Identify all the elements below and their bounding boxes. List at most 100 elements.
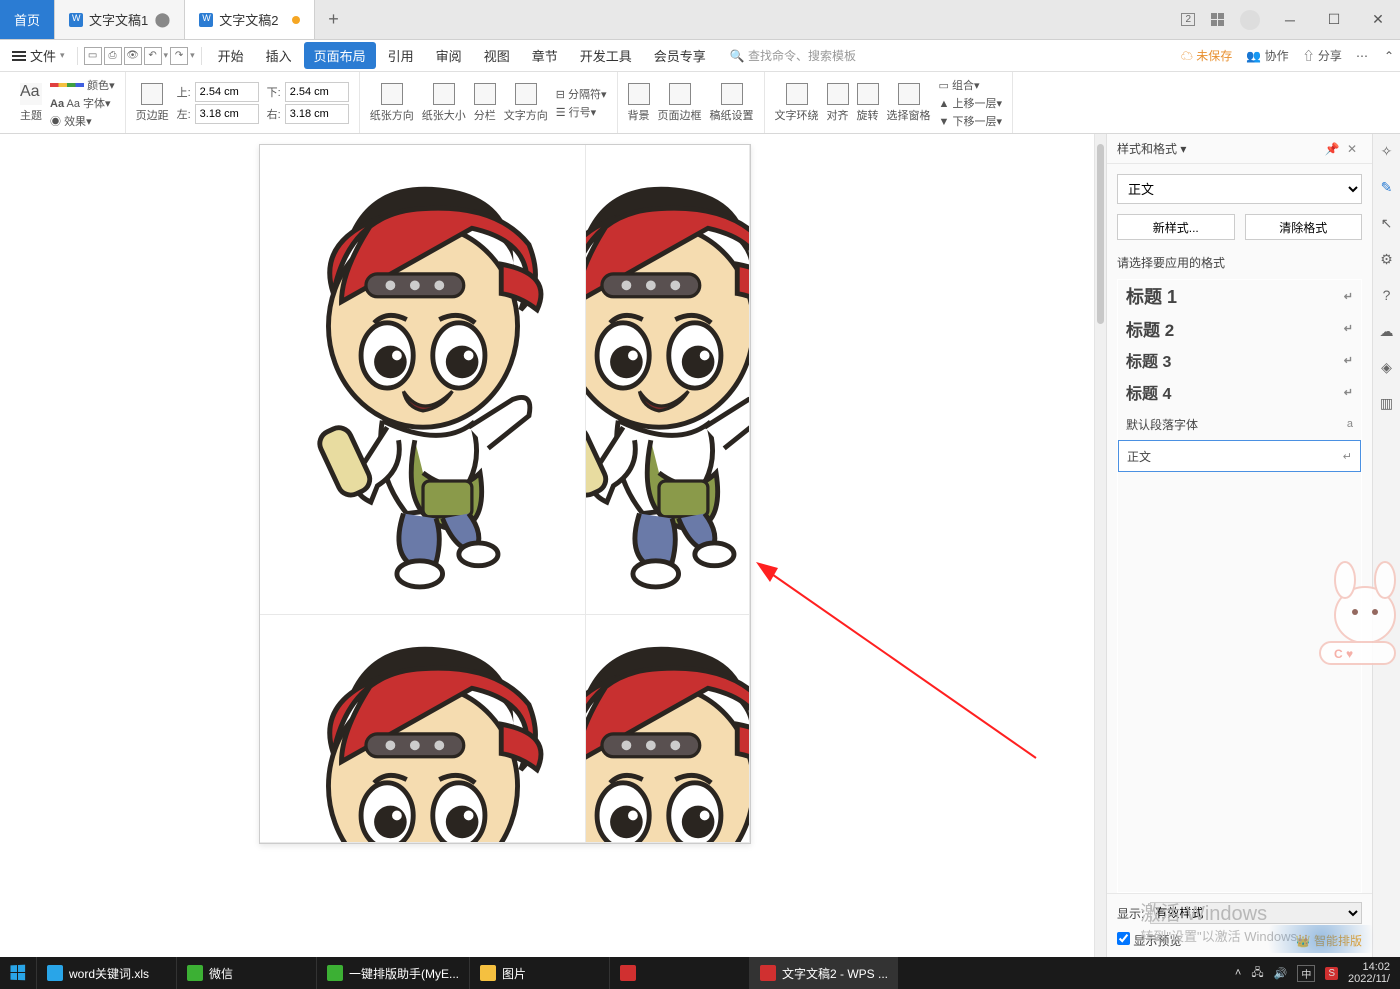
break-dropdown[interactable]: ⊟ 分隔符▾: [556, 86, 607, 102]
grid-button[interactable]: 稿纸设置: [710, 83, 754, 123]
diamond-icon[interactable]: ◈: [1378, 358, 1396, 376]
style-item[interactable]: 标题 1↵: [1118, 280, 1361, 312]
close-button[interactable]: ✕: [1364, 11, 1392, 28]
align-button[interactable]: 对齐: [827, 83, 849, 123]
color-dropdown[interactable]: 颜色▾: [50, 77, 115, 93]
maximize-button[interactable]: ☐: [1320, 11, 1348, 28]
smart-layout-link[interactable]: 👑 智能排版: [1296, 932, 1362, 949]
show-filter-select[interactable]: 有效样式: [1150, 902, 1362, 924]
tray-ime[interactable]: S: [1325, 967, 1338, 980]
taskbar-item[interactable]: [609, 957, 749, 989]
background-button[interactable]: 背景: [628, 83, 650, 123]
wrap-button[interactable]: 文字环绕: [775, 83, 819, 123]
bringfront-dropdown[interactable]: ▲ 上移一层▾: [939, 95, 1002, 111]
toolbox-icon[interactable]: ✧: [1378, 142, 1396, 160]
qat-save-icon[interactable]: ▭: [84, 47, 102, 65]
qat-undo-icon[interactable]: ↶: [144, 47, 162, 65]
qat-preview-icon[interactable]: 👁: [124, 47, 142, 65]
preview-checkbox[interactable]: 显示预览: [1117, 932, 1181, 949]
menu-view[interactable]: 视图: [474, 42, 520, 69]
margins-button[interactable]: 页边距: [136, 83, 169, 123]
cartoon-image: [260, 145, 586, 605]
indicator-badge[interactable]: 2: [1181, 13, 1195, 26]
unsaved-indicator[interactable]: ☁ 未保存: [1181, 47, 1232, 64]
margin-left-input[interactable]: [195, 104, 259, 124]
pagesize-button[interactable]: 纸张大小: [422, 83, 466, 123]
menu-review[interactable]: 审阅: [426, 42, 472, 69]
tab-doc2[interactable]: 文字文稿2: [185, 0, 315, 39]
add-tab-button[interactable]: +: [315, 0, 351, 39]
scrollbar-thumb[interactable]: [1097, 144, 1104, 324]
menu-insert[interactable]: 插入: [256, 42, 302, 69]
taskbar-item[interactable]: 文字文稿2 - WPS ...: [749, 957, 898, 989]
taskbar-item[interactable]: word关键词.xls: [36, 957, 176, 989]
menu-references[interactable]: 引用: [378, 42, 424, 69]
document-page[interactable]: [259, 144, 751, 844]
current-style-select[interactable]: 正文: [1117, 174, 1362, 204]
user-avatar[interactable]: [1240, 10, 1260, 30]
taskbar-item[interactable]: 微信: [176, 957, 316, 989]
textdir-button[interactable]: 文字方向: [504, 83, 548, 123]
tray-language[interactable]: 中: [1297, 965, 1315, 982]
tab-doc1[interactable]: 文字文稿1 ⬤: [55, 0, 185, 39]
columns-button[interactable]: 分栏: [474, 83, 496, 123]
selectpane-button[interactable]: 选择窗格: [887, 83, 931, 123]
command-search[interactable]: 🔍 查找命令、搜索模板: [730, 47, 856, 64]
vertical-scrollbar[interactable]: [1094, 134, 1106, 957]
tab-home[interactable]: 首页: [0, 0, 55, 39]
linenum-dropdown[interactable]: ☰ 行号▾: [556, 104, 607, 120]
more-icon[interactable]: ⋯: [1356, 49, 1370, 63]
document-area[interactable]: [0, 134, 1106, 957]
layout-icon[interactable]: ▥: [1378, 394, 1396, 412]
minimize-button[interactable]: ─: [1276, 12, 1304, 28]
margin-top-input[interactable]: [195, 82, 259, 102]
cloud-icon[interactable]: ☁: [1378, 322, 1396, 340]
style-item[interactable]: 正文↵: [1118, 440, 1361, 472]
margin-bottom-input[interactable]: [285, 82, 349, 102]
close-icon[interactable]: ⬤: [155, 11, 171, 28]
menu-section[interactable]: 章节: [522, 42, 568, 69]
style-item[interactable]: 标题 4↵: [1118, 376, 1361, 408]
style-item[interactable]: 标题 2↵: [1118, 312, 1361, 344]
sendback-dropdown[interactable]: ▼ 下移一层▾: [939, 113, 1002, 129]
qat-print-icon[interactable]: ⎙: [104, 47, 122, 65]
style-item[interactable]: 标题 3↵: [1118, 344, 1361, 376]
theme-button[interactable]: Aa主题: [20, 83, 42, 123]
taskbar-item[interactable]: 图片: [469, 957, 609, 989]
collapse-ribbon-icon[interactable]: ⌃: [1384, 49, 1394, 63]
settings-icon[interactable]: ⚙: [1378, 250, 1396, 268]
close-panel-icon[interactable]: ✕: [1342, 142, 1362, 156]
effect-dropdown[interactable]: ◉ 效果▾: [50, 113, 115, 129]
app-grid-icon[interactable]: [1211, 13, 1224, 26]
group-dropdown[interactable]: ▭ 组合▾: [939, 77, 1002, 93]
help-icon[interactable]: ?: [1378, 286, 1396, 304]
tray-volume-icon[interactable]: 🔊: [1274, 967, 1288, 980]
tray-chevron-icon[interactable]: ˄: [1235, 967, 1241, 979]
orientation-button[interactable]: 纸张方向: [370, 83, 414, 123]
tray-clock[interactable]: 14:022022/11/: [1348, 961, 1390, 985]
file-menu[interactable]: 文件 ▾: [6, 44, 71, 67]
menu-pagelayout[interactable]: 页面布局: [304, 42, 376, 69]
menu-member[interactable]: 会员专享: [644, 42, 716, 69]
pin-icon[interactable]: 📌: [1322, 142, 1342, 156]
margin-right-input[interactable]: [285, 104, 349, 124]
rotate-button[interactable]: 旋转: [857, 83, 879, 123]
tray-network-icon[interactable]: 🖧: [1251, 964, 1263, 983]
ribbon: Aa主题 颜色▾ Aa Aa 字体▾ ◉ 效果▾ 页边距 上: 左: 下: 右:…: [0, 72, 1400, 134]
styles-icon[interactable]: ✎: [1378, 178, 1396, 196]
taskbar-item[interactable]: 一键排版助手(MyE...: [316, 957, 469, 989]
style-item[interactable]: 默认段落字体a: [1118, 408, 1361, 440]
menu-devtools[interactable]: 开发工具: [570, 42, 642, 69]
new-style-button[interactable]: 新样式...: [1117, 214, 1235, 240]
collab-button[interactable]: 👥 协作: [1246, 47, 1288, 64]
menu-start[interactable]: 开始: [208, 42, 254, 69]
pageborder-button[interactable]: 页面边框: [658, 83, 702, 123]
panel-title[interactable]: 样式和格式 ▾: [1117, 140, 1322, 157]
annotation-arrow: [756, 562, 1042, 762]
start-button[interactable]: [0, 957, 36, 989]
font-dropdown[interactable]: Aa Aa 字体▾: [50, 95, 115, 111]
qat-redo-icon[interactable]: ↷: [170, 47, 188, 65]
clear-format-button[interactable]: 清除格式: [1245, 214, 1363, 240]
share-button[interactable]: ⇧ 分享: [1303, 47, 1342, 64]
select-icon[interactable]: ↖: [1378, 214, 1396, 232]
